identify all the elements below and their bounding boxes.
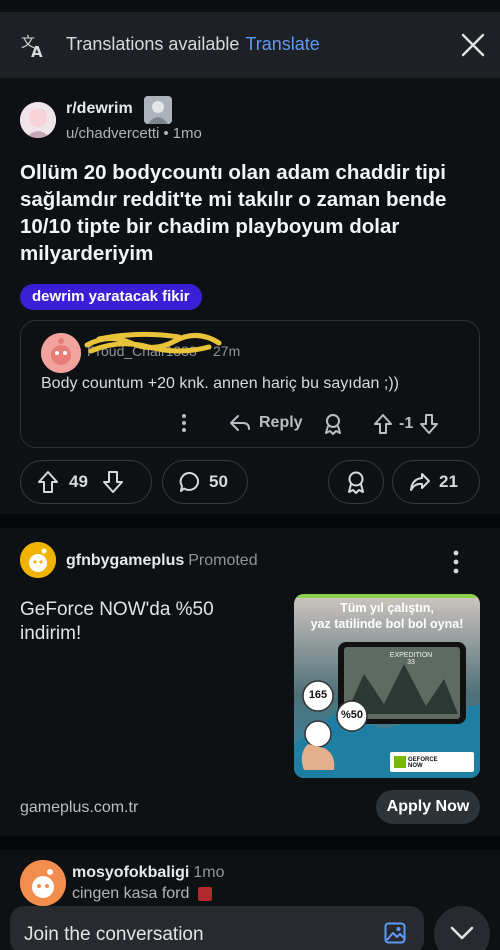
ad-badge-2: %50 <box>340 709 364 721</box>
reply-label: Reply <box>259 414 303 431</box>
next-post-header: mosyofokbaligi 1mo <box>72 864 224 882</box>
apply-now-button[interactable]: Apply Now <box>376 790 480 824</box>
translate-link[interactable]: Translate <box>245 34 319 54</box>
share-icon <box>410 473 430 491</box>
post-flair[interactable]: dewrim yaratacak fikir <box>20 284 202 310</box>
downvote-icon[interactable] <box>419 413 439 435</box>
highlighted-comment[interactable]: Proud_Chair1388 27m Body countum +20 knk… <box>20 320 480 448</box>
comment-actions: Reply -1 <box>21 413 481 439</box>
feed-divider-2 <box>0 836 500 850</box>
post-card: r/dewrim u/chadvercetti • 1mo Ollüm 20 bod… <box>0 88 500 514</box>
upvote-icon[interactable] <box>37 470 59 494</box>
next-post-age: 1mo <box>193 864 225 881</box>
translate-icon: 文 A <box>21 35 43 60</box>
comment-icon <box>179 471 199 492</box>
ad-image-brand: GEFORCE NOW <box>408 757 438 769</box>
next-post-author[interactable]: mosyofokbaligi <box>72 864 189 881</box>
promoted-post: gfnbygameplus Promoted GeForce NOW'da %50… <box>0 528 500 836</box>
award-icon <box>348 471 364 494</box>
post-vote: 49 <box>20 460 152 504</box>
redaction-scribble <box>84 331 222 354</box>
ad-headline[interactable]: GeForce NOW'da %50 indirim! <box>20 598 270 646</box>
scroll-down-button[interactable] <box>434 906 490 950</box>
next-post-flair-text: cingen kasa ford <box>72 885 190 902</box>
meta-separator: • <box>163 125 169 142</box>
svg-text:A: A <box>31 43 43 60</box>
post-author[interactable]: u/chadvercetti <box>66 125 159 142</box>
ad-domain[interactable]: gameplus.com.tr <box>20 799 138 817</box>
next-post-flair: cingen kasa ford <box>72 885 212 903</box>
ad-image-headline-1: Tüm yıl çalıştın, <box>340 601 434 615</box>
composer-placeholder: Join the conversation <box>24 924 204 945</box>
comment-more-button[interactable] <box>179 413 189 433</box>
comment-award-button[interactable] <box>323 413 343 435</box>
post-meta: u/chadvercetti • 1mo <box>66 125 202 142</box>
status-strip <box>0 0 500 10</box>
comment-count: 50 <box>209 472 228 491</box>
feed-divider <box>0 514 500 528</box>
promoted-label: Promoted <box>188 552 258 569</box>
subreddit-name[interactable]: r/dewrim <box>66 100 133 118</box>
post-age: 1mo <box>172 125 202 142</box>
next-post-avatar[interactable] <box>20 860 66 906</box>
ad-image-headline: Tüm yıl çalıştın, yaz tatilinde bol bol … <box>294 600 480 632</box>
close-icon[interactable] <box>460 32 486 58</box>
chevron-down-icon <box>450 926 474 940</box>
comments-button[interactable]: 50 <box>162 460 248 504</box>
ad-image-headline-2: yaz tatilinde bol bol oyna! <box>310 617 464 631</box>
award-button[interactable] <box>328 460 384 504</box>
translations-available-label: Translations available <box>66 34 240 54</box>
user-flair-image <box>144 96 172 124</box>
share-button[interactable]: 21 <box>392 460 480 504</box>
comment-vote: -1 <box>373 413 439 435</box>
translation-banner: 文 A Translations available Translate <box>0 12 500 78</box>
ad-badge-1: 165 <box>308 689 328 701</box>
award-icon <box>325 414 341 435</box>
post-title[interactable]: Ollüm 20 bodycountı olan adam chaddir ti… <box>20 159 480 267</box>
advertiser-name[interactable]: gfnbygameplus <box>66 552 184 569</box>
translation-banner-text: Translations available Translate <box>66 34 320 55</box>
ad-image[interactable]: Tüm yıl çalıştın, yaz tatilinde bol bol … <box>294 594 480 778</box>
comment-avatar[interactable] <box>41 333 81 373</box>
comment-score: -1 <box>399 415 414 432</box>
more-vertical-icon <box>182 414 186 432</box>
post-action-bar: 49 50 21 <box>20 460 480 504</box>
downvote-icon[interactable] <box>102 470 124 494</box>
vote-count: 49 <box>69 472 88 491</box>
reply-icon <box>230 415 250 431</box>
advertiser-avatar[interactable] <box>20 542 56 578</box>
comment-age: 27m <box>213 343 241 359</box>
ad-image-game-title: EXPEDITION 33 <box>389 652 433 666</box>
comment-composer[interactable]: Join the conversation <box>10 906 424 950</box>
subreddit-avatar[interactable] <box>20 102 56 138</box>
comment-reply-button[interactable]: Reply <box>229 413 303 433</box>
advertiser-line: gfnbygameplus Promoted <box>66 552 258 570</box>
comment-body: Body countum +20 knk. annen hariç bu say… <box>41 375 399 392</box>
share-count: 21 <box>439 472 458 491</box>
upvote-icon[interactable] <box>373 413 393 435</box>
image-upload-icon[interactable] <box>384 922 406 944</box>
flair-emoji-icon <box>197 886 212 901</box>
more-vertical-icon[interactable] <box>444 548 468 576</box>
